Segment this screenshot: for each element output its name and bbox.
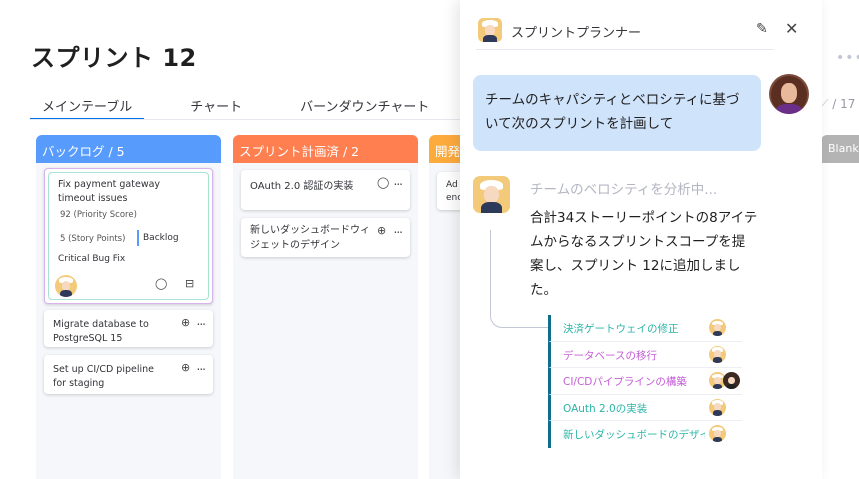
card-migrate-database[interactable]: Migrate database to PostgreSQL 15 ⊕ ...: [44, 310, 213, 347]
avatar-body: [712, 330, 723, 336]
tabs-divider: [30, 119, 460, 120]
avatar-body: [712, 357, 723, 363]
card-more-icon[interactable]: ...: [394, 174, 404, 188]
avatar-body: [726, 383, 737, 389]
card-payment-gateway[interactable]: Fix payment gateway timeout issues 92 (P…: [44, 168, 213, 304]
item-label: データベースの移行: [563, 349, 657, 362]
board-menu-icon[interactable]: •••: [836, 50, 859, 66]
comment-icon[interactable]: ◯: [377, 176, 389, 189]
counter-label: / 17: [832, 97, 856, 111]
item-counter: ⟋ / 17: [820, 97, 855, 112]
thinking-status: チームのベロシティを分析中...: [530, 182, 718, 198]
user-avatar[interactable]: [769, 74, 809, 114]
panel-title: スプリントプランナー: [511, 26, 642, 41]
status-badge[interactable]: Backlog: [137, 230, 179, 246]
avatar[interactable]: [55, 275, 77, 297]
user-avatar-face: [781, 82, 797, 103]
sprint-planner-panel: スプリントプランナー ✎ ✕ チームのキャパシティとベロシティに基づいて次のスプ…: [460, 0, 822, 479]
card-more-icon[interactable]: ...: [394, 222, 404, 236]
avatar[interactable]: [709, 345, 726, 363]
edit-icon[interactable]: ✎: [756, 21, 768, 37]
avatar-face: [484, 186, 499, 203]
board-title: スプリント 12: [31, 44, 197, 72]
column-header-blank[interactable]: Blank: [821, 135, 859, 163]
add-update-icon[interactable]: ⊕: [377, 224, 386, 237]
column-backlog: バックログ / 5 Fix payment gateway timeout is…: [36, 135, 221, 479]
add-update-icon[interactable]: ⊕: [181, 361, 190, 374]
panel-divider: [476, 49, 774, 50]
subitems-icon[interactable]: ⊟: [185, 277, 194, 290]
card-tag: Critical Bug Fix: [58, 254, 126, 264]
tab-chart[interactable]: チャート: [178, 92, 254, 120]
card-title: OAuth 2.0 認証の実装: [250, 181, 354, 192]
thread-connector: [490, 284, 550, 328]
avatar-body: [712, 410, 723, 416]
item-label: CI/CDパイプラインの構築: [563, 376, 687, 388]
card-more-icon[interactable]: ...: [197, 359, 207, 373]
card-title: Set up CI/CD pipeline for staging: [53, 364, 154, 389]
list-item[interactable]: データベースの移行: [548, 341, 742, 368]
avatar-body: [712, 436, 723, 442]
card-title: Migrate database to PostgreSQL 15: [53, 319, 149, 344]
agent-avatar: [473, 176, 510, 213]
avatar-body: [483, 34, 497, 42]
item-label: OAuth 2.0の実装: [563, 402, 648, 415]
item-label: 新しいダッシュボードのデザイン: [563, 429, 705, 441]
tab-main-table[interactable]: メインテーブル: [30, 92, 145, 120]
card-title: Fix payment gateway timeout issues: [58, 179, 161, 204]
list-item[interactable]: 新しいダッシュボードのデザイン: [548, 421, 742, 448]
avatar-face: [485, 24, 495, 36]
card-title: 新しいダッシュボードウィジェットのデザイン: [250, 225, 370, 251]
column-header-backlog[interactable]: バックログ / 5: [36, 135, 221, 163]
list-item[interactable]: 決済ゲートウェイの修正: [548, 315, 742, 342]
card-more-icon[interactable]: ...: [197, 314, 207, 328]
view-tabs: メインテーブル チャート バーンダウンチャート +: [30, 92, 492, 120]
card-dashboard-widget[interactable]: 新しいダッシュボードウィジェットのデザイン ⊕ ...: [241, 218, 410, 257]
avatar[interactable]: [723, 372, 740, 389]
avatar[interactable]: [709, 425, 726, 442]
avatar[interactable]: [709, 319, 726, 336]
user-message: チームのキャパシティとベロシティに基づいて次のスプリントを計画して: [473, 75, 761, 151]
tab-burndown-chart[interactable]: バーンダウンチャート: [288, 92, 441, 120]
sprint-planner-agent-icon: [478, 18, 502, 42]
list-item[interactable]: OAuth 2.0の実装: [548, 394, 742, 421]
column-sprint-planned: スプリント計画済 / 2 OAuth 2.0 認証の実装 ◯ ... 新しいダッ…: [233, 135, 418, 479]
board-page: スプリント 12 ••• メインテーブル チャート バーンダウンチャート + ⟋…: [0, 0, 859, 479]
added-items-list: 決済ゲートウェイの修正 データベースの移行 CI/CDパイプラインの構築 OAu…: [548, 315, 742, 448]
card-oauth[interactable]: OAuth 2.0 認証の実装 ◯ ...: [241, 170, 410, 210]
close-icon[interactable]: ✕: [785, 19, 798, 38]
avatar[interactable]: [709, 398, 726, 416]
avatar-body: [712, 383, 723, 389]
avatar-body: [481, 201, 502, 213]
comment-icon[interactable]: ◯: [155, 277, 167, 290]
user-avatar-shirt: [776, 104, 802, 114]
add-update-icon[interactable]: ⊕: [181, 316, 190, 329]
avatar-body: [59, 290, 73, 297]
priority-score: 92 (Priority Score): [60, 210, 137, 220]
card-cicd-pipeline[interactable]: Set up CI/CD pipeline for staging ⊕ ...: [44, 355, 213, 394]
story-points: 5 (Story Points): [60, 234, 126, 244]
column-header-sprint-planned[interactable]: スプリント計画済 / 2: [233, 135, 418, 163]
agent-answer: 合計34ストーリーポイントの8アイテムからなるスプリントスコープを提案し、スプリ…: [530, 210, 758, 299]
item-label: 決済ゲートウェイの修正: [563, 323, 679, 335]
list-item[interactable]: CI/CDパイプラインの構築: [548, 368, 742, 395]
